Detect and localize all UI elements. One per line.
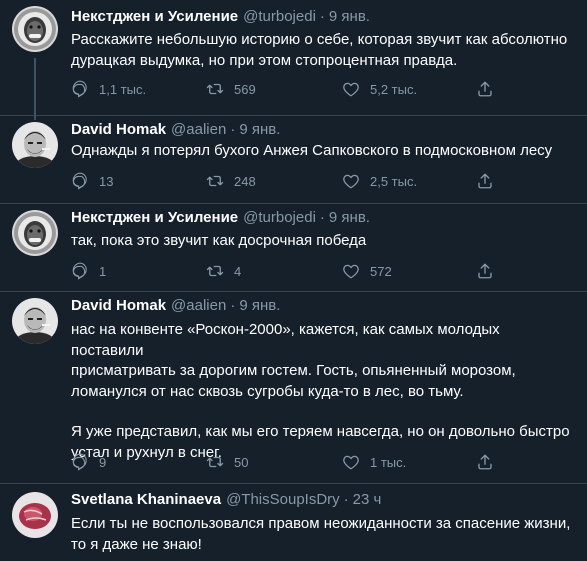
retweet-icon: [206, 262, 224, 280]
share-button[interactable]: [476, 452, 494, 472]
tweet-header: David Homak @aalien · 9 янв.: [71, 296, 280, 316]
share-icon: [476, 262, 494, 280]
author-name[interactable]: Некстджен и Усиление: [71, 7, 238, 27]
retweet-icon: [206, 80, 224, 98]
tweet-date[interactable]: 9 янв.: [329, 7, 370, 27]
avatar[interactable]: [12, 6, 58, 52]
author-handle[interactable]: @aalien: [171, 120, 226, 140]
tweet-text: Если ты не воспользовался правом неожида…: [71, 514, 576, 555]
tweet-text: Расскажите небольшую историю о себе, кот…: [71, 30, 576, 71]
tweet[interactable]: Некстджен и Усиление @turbojedi · 9 янв.…: [0, 0, 587, 116]
author-name[interactable]: Некстджен и Усиление: [71, 208, 238, 228]
avatar[interactable]: [12, 492, 58, 538]
tweet-thread: Некстджен и Усиление @turbojedi · 9 янв.…: [0, 0, 587, 561]
reply-button[interactable]: 13: [71, 171, 113, 191]
tweet-header: Некстджен и Усиление @turbojedi · 9 янв.: [71, 7, 370, 27]
share-button[interactable]: [476, 171, 494, 191]
author-name[interactable]: David Homak: [71, 120, 166, 140]
reply-count: 13: [99, 173, 114, 189]
share-button[interactable]: [476, 261, 494, 281]
tweet-paragraph: Однажды я потерял бухого Анжея Сапковско…: [71, 142, 553, 159]
retweet-button[interactable]: 50: [206, 452, 248, 472]
avatar[interactable]: [12, 210, 58, 256]
tweet-paragraph: Если ты не воспользовался правом неожида…: [71, 515, 571, 553]
share-icon: [476, 453, 494, 471]
reply-button[interactable]: 9: [71, 452, 106, 472]
thread-line: [34, 116, 36, 120]
author-name[interactable]: David Homak: [71, 296, 166, 316]
tweet-paragraph: нас на конвенте «Роскон-2000», кажется, …: [71, 321, 516, 400]
heart-icon: [342, 262, 360, 280]
separator: ·: [230, 297, 236, 314]
avatar[interactable]: [12, 298, 58, 344]
heart-icon: [342, 80, 360, 98]
tweet-actions: 1 4 572: [71, 261, 491, 281]
tweet-date[interactable]: 9 янв.: [329, 208, 370, 228]
like-count: 572: [370, 263, 392, 279]
tweet-header: Некстджен и Усиление @turbojedi · 9 янв.: [71, 208, 370, 228]
reply-count: 9: [99, 454, 107, 470]
tweet-paragraph: Расскажите небольшую историю о себе, кот…: [71, 31, 568, 69]
tweet-actions: 13 248 2,5 тыс.: [71, 171, 491, 191]
tweet-date[interactable]: 9 янв.: [239, 120, 280, 140]
author-handle[interactable]: @aalien: [171, 296, 226, 316]
reply-count: 1,1 тыс.: [99, 81, 147, 97]
tweet-text: так, пока это звучит как досрочная побед…: [71, 231, 576, 252]
heart-icon: [342, 453, 360, 471]
tweet-actions: 9 50 1 тыс.: [71, 452, 491, 472]
tweet[interactable]: Некстджен и Усиление @turbojedi · 9 янв.…: [0, 204, 587, 292]
tweet-date[interactable]: 23 ч: [353, 490, 382, 510]
share-icon: [476, 172, 494, 190]
like-button[interactable]: 5,2 тыс.: [342, 79, 417, 99]
tweet-header: Svetlana Khaninaeva @ThisSoupIsDry · 23 …: [71, 490, 381, 510]
tweet-header: David Homak @aalien · 9 янв.: [71, 120, 280, 140]
tweet[interactable]: Svetlana Khaninaeva @ThisSoupIsDry · 23 …: [0, 484, 587, 561]
like-button[interactable]: 2,5 тыс.: [342, 171, 417, 191]
reply-icon: [71, 172, 89, 190]
like-count: 2,5 тыс.: [370, 173, 418, 189]
retweet-count: 248: [234, 173, 256, 189]
separator: ·: [343, 491, 349, 508]
separator: ·: [319, 8, 325, 25]
share-button[interactable]: [476, 79, 494, 99]
tweet-text: Однажды я потерял бухого Анжея Сапковско…: [71, 141, 576, 162]
retweet-button[interactable]: 4: [206, 261, 241, 281]
author-handle[interactable]: @turbojedi: [243, 208, 316, 228]
like-button[interactable]: 572: [342, 261, 392, 281]
author-handle[interactable]: @turbojedi: [243, 7, 316, 27]
author-name[interactable]: Svetlana Khaninaeva: [71, 490, 221, 510]
avatar[interactable]: [12, 122, 58, 168]
retweet-icon: [206, 453, 224, 471]
tweet-date[interactable]: 9 янв.: [239, 296, 280, 316]
tweet[interactable]: David Homak @aalien · 9 янв. нас на конв…: [0, 292, 587, 484]
retweet-count: 569: [234, 81, 256, 97]
reply-button[interactable]: 1: [71, 261, 106, 281]
retweet-button[interactable]: 248: [206, 171, 256, 191]
tweet-actions: 1,1 тыс. 569 5,2 тыс.: [71, 79, 491, 99]
reply-icon: [71, 262, 89, 280]
like-count: 5,2 тыс.: [370, 81, 418, 97]
reply-icon: [71, 453, 89, 471]
retweet-icon: [206, 172, 224, 190]
reply-count: 1: [99, 263, 107, 279]
tweet-text: нас на конвенте «Роскон-2000», кажется, …: [71, 320, 576, 463]
tweet[interactable]: David Homak @aalien · 9 янв. Однажды я п…: [0, 116, 587, 204]
tweet-paragraph: так, пока это звучит как досрочная побед…: [71, 232, 367, 249]
author-handle[interactable]: @ThisSoupIsDry: [226, 490, 340, 510]
like-count: 1 тыс.: [370, 454, 407, 470]
reply-button[interactable]: 1,1 тыс.: [71, 79, 146, 99]
retweet-button[interactable]: 569: [206, 79, 256, 99]
retweet-count: 4: [234, 263, 242, 279]
separator: ·: [230, 121, 236, 138]
thread-line: [34, 58, 36, 116]
heart-icon: [342, 172, 360, 190]
separator: ·: [319, 209, 325, 226]
like-button[interactable]: 1 тыс.: [342, 452, 406, 472]
share-icon: [476, 80, 494, 98]
retweet-count: 50: [234, 454, 249, 470]
reply-icon: [71, 80, 89, 98]
